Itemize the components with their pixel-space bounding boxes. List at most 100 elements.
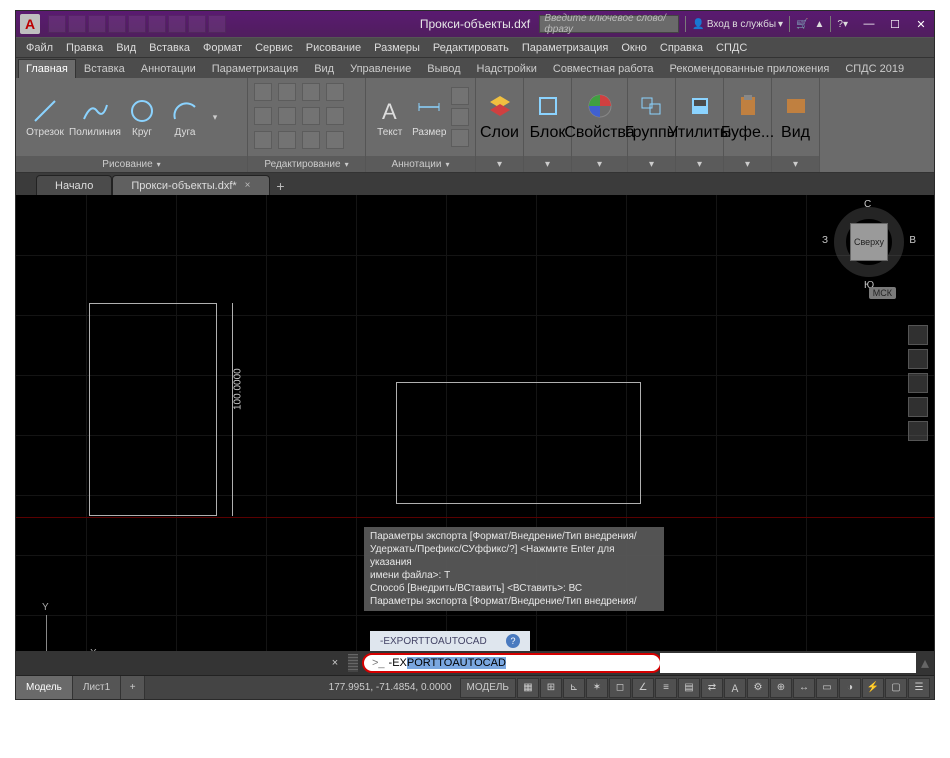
transparency-toggle-icon[interactable]: ▤ <box>678 678 700 698</box>
panel-draw-title[interactable]: Рисование <box>16 156 247 172</box>
exchange-apps-icon[interactable]: 🛒 <box>796 19 808 30</box>
menu-help[interactable]: Справка <box>654 40 709 56</box>
ribbon-tab-featured[interactable]: Рекомендованные приложения <box>662 59 838 78</box>
ortho-toggle-icon[interactable]: ⊾ <box>563 678 585 698</box>
trim-icon[interactable] <box>302 83 320 101</box>
selection-cycling-icon[interactable]: ⇄ <box>701 678 723 698</box>
file-tab-close-icon[interactable]: × <box>245 180 251 191</box>
command-recent-icon[interactable]: ▴ <box>916 653 934 673</box>
menu-dimension[interactable]: Размеры <box>368 40 426 56</box>
annotation-monitor-icon[interactable]: ⊕ <box>770 678 792 698</box>
infocenter-search[interactable]: Введите ключевое слово/фразу <box>539 15 679 33</box>
command-line-grip[interactable] <box>348 654 358 672</box>
panel-annotate-title[interactable]: Аннотации <box>366 156 475 172</box>
hardware-accel-icon[interactable]: ⚡ <box>862 678 884 698</box>
layout-tab-add[interactable]: + <box>121 676 145 699</box>
menu-spds[interactable]: СПДС <box>710 40 753 56</box>
mtext-icon[interactable] <box>451 129 469 147</box>
command-line-close-icon[interactable]: × <box>326 654 344 672</box>
steering-wheel-icon[interactable] <box>908 325 928 345</box>
tool-polyline[interactable]: Полилиния <box>72 97 118 138</box>
qat-plot-icon[interactable] <box>168 15 186 33</box>
tool-text[interactable]: A Текст <box>372 97 408 138</box>
ribbon-tab-output[interactable]: Вывод <box>419 59 468 78</box>
offset-icon[interactable] <box>326 131 344 149</box>
quick-properties-icon[interactable]: ▭ <box>816 678 838 698</box>
autodesk-360-icon[interactable]: ▲ <box>815 19 825 30</box>
app-menu-button[interactable]: A <box>20 14 40 34</box>
command-input-tail[interactable] <box>660 653 916 673</box>
pan-icon[interactable] <box>908 349 928 369</box>
menu-format[interactable]: Формат <box>197 40 248 56</box>
qat-new-icon[interactable] <box>48 15 66 33</box>
menu-view[interactable]: Вид <box>110 40 142 56</box>
table-icon[interactable] <box>451 108 469 126</box>
qat-undo-icon[interactable] <box>188 15 206 33</box>
utilities-icon[interactable] <box>686 92 714 120</box>
command-autocomplete-item[interactable]: -EXPORTTOAUTOCAD ? <box>370 631 530 651</box>
qat-save-icon[interactable] <box>88 15 106 33</box>
tool-line[interactable]: Отрезок <box>22 97 68 138</box>
menu-modify[interactable]: Редактировать <box>427 40 515 56</box>
customization-icon[interactable]: ☰ <box>908 678 930 698</box>
view-icon[interactable] <box>782 92 810 120</box>
panel-modify-title[interactable]: Редактирование <box>248 156 365 172</box>
clean-screen-icon[interactable]: ▢ <box>885 678 907 698</box>
units-icon[interactable]: ↔ <box>793 678 815 698</box>
menu-window[interactable]: Окно <box>615 40 653 56</box>
maximize-button[interactable]: ☐ <box>882 14 908 34</box>
close-button[interactable]: ✕ <box>908 14 934 34</box>
autocomplete-help-icon[interactable]: ? <box>506 634 520 648</box>
ribbon-tab-view[interactable]: Вид <box>306 59 342 78</box>
drawing-canvas[interactable]: 100.0000 Y X Сверху С Ю В З МСК <box>16 195 934 675</box>
move-icon[interactable] <box>254 83 272 101</box>
command-history[interactable]: Параметры экспорта [Формат/Внедрение/Тип… <box>364 527 664 611</box>
osnap-toggle-icon[interactable]: ◻ <box>609 678 631 698</box>
menu-edit[interactable]: Правка <box>60 40 109 56</box>
qat-cloud-save-icon[interactable] <box>148 15 166 33</box>
layout-tab-sheet1[interactable]: Лист1 <box>73 676 121 699</box>
zoom-extents-icon[interactable] <box>908 373 928 393</box>
groups-icon[interactable] <box>638 92 666 120</box>
leader-icon[interactable] <box>451 87 469 105</box>
qat-saveas-icon[interactable] <box>108 15 126 33</box>
snap-toggle-icon[interactable]: ⊞ <box>540 678 562 698</box>
rectangle-right[interactable] <box>396 382 641 504</box>
tool-dimension[interactable]: Размер <box>412 97 448 138</box>
new-tab-button[interactable]: + <box>270 177 292 195</box>
mirror-icon[interactable] <box>278 107 296 125</box>
rotate-icon[interactable] <box>278 83 296 101</box>
ribbon-tab-home[interactable]: Главная <box>18 59 76 78</box>
ribbon-tab-manage[interactable]: Управление <box>342 59 419 78</box>
erase-icon[interactable] <box>326 83 344 101</box>
minimize-button[interactable]: — <box>856 14 882 34</box>
viewcube-top-face[interactable]: Сверху <box>850 223 888 261</box>
copy-icon[interactable] <box>254 107 272 125</box>
clipboard-icon[interactable] <box>734 92 762 120</box>
ribbon-tab-addins[interactable]: Надстройки <box>469 59 545 78</box>
block-icon[interactable] <box>534 92 562 120</box>
draw-flyout-icon[interactable]: ▾ <box>213 102 218 132</box>
fillet-icon[interactable] <box>302 107 320 125</box>
modelspace-toggle[interactable]: МОДЕЛЬ <box>460 678 516 698</box>
scale-icon[interactable] <box>278 131 296 149</box>
otrack-toggle-icon[interactable]: ∠ <box>632 678 654 698</box>
stretch-icon[interactable] <box>254 131 272 149</box>
help-icon[interactable]: ?▾ <box>837 19 848 30</box>
menu-file[interactable]: Файл <box>20 40 59 56</box>
view-cube[interactable]: Сверху С Ю В З <box>830 203 908 281</box>
start-tab[interactable]: Начало <box>36 175 112 195</box>
isolate-objects-icon[interactable]: ◑ <box>839 678 861 698</box>
ribbon-tab-parametric[interactable]: Параметризация <box>204 59 306 78</box>
menu-draw[interactable]: Рисование <box>300 40 367 56</box>
properties-icon[interactable] <box>586 92 614 120</box>
file-tab-active[interactable]: Прокси-объекты.dxf* × <box>112 175 269 195</box>
rectangle-left[interactable] <box>89 303 217 516</box>
layers-icon[interactable] <box>486 92 514 120</box>
orbit-icon[interactable] <box>908 397 928 417</box>
qat-open-icon[interactable] <box>68 15 86 33</box>
cursor-coordinates[interactable]: 177.9951, -71.4854, 0.0000 <box>321 682 460 693</box>
showmotion-icon[interactable] <box>908 421 928 441</box>
menu-insert[interactable]: Вставка <box>143 40 196 56</box>
menu-tools[interactable]: Сервис <box>249 40 299 56</box>
